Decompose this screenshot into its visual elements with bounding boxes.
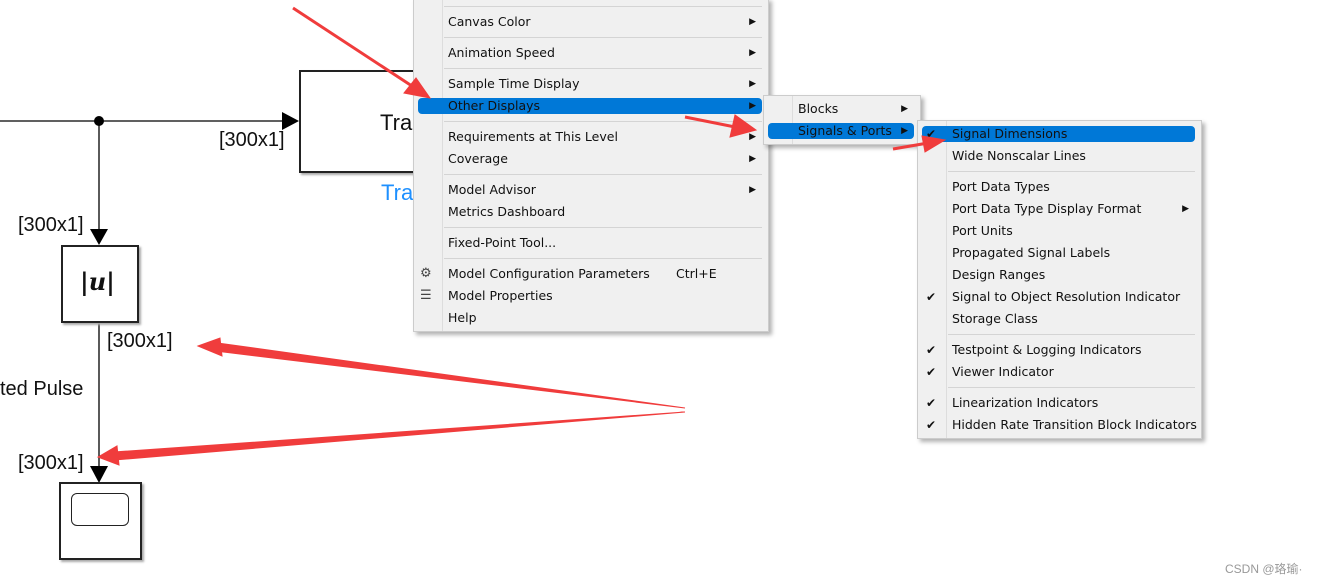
menu-item-hidden-rate-transition[interactable]: ✔ Hidden Rate Transition Block Indicators (922, 417, 1197, 433)
scope-block[interactable] (59, 482, 142, 560)
properties-list-icon: ☰ (420, 288, 432, 303)
menu-item-propagated-signal-labels[interactable]: Propagated Signal Labels (922, 245, 1195, 261)
check-icon: ✔ (926, 365, 937, 379)
menu-item-linearization-indicators[interactable]: ✔ Linearization Indicators (922, 395, 1195, 411)
menu-item-testpoint-logging[interactable]: ✔ Testpoint & Logging Indicators (922, 342, 1195, 358)
other-displays-submenu: Blocks ▶ Signals & Ports ▶ (763, 95, 921, 145)
abs-block[interactable]: |u| (61, 245, 139, 323)
dim-label: [300x1] (18, 452, 84, 474)
dim-label: [300x1] (107, 330, 173, 352)
menu-item-animation-speed[interactable]: Animation Speed ▶ (418, 45, 762, 61)
scope-screen-icon (71, 493, 129, 526)
check-icon: ✔ (926, 418, 937, 432)
menu-item-model-advisor[interactable]: Model Advisor ▶ (418, 182, 762, 198)
menu-item-port-data-types[interactable]: Port Data Types (922, 179, 1195, 195)
menu-item-storage-class[interactable]: Storage Class (922, 311, 1195, 327)
menu-item-fixed-point-tool[interactable]: Fixed-Point Tool... (418, 235, 762, 251)
submenu-arrow-icon: ▶ (749, 17, 756, 27)
gear-icon: ⚙ (420, 266, 432, 281)
menu-item-model-configuration[interactable]: ⚙ Model Configuration Parameters Ctrl+E (418, 266, 762, 282)
menu-item-wide-nonscalar-lines[interactable]: Wide Nonscalar Lines (922, 148, 1195, 164)
submenu-arrow-icon: ▶ (749, 154, 756, 164)
menu-item-model-properties[interactable]: ☰ Model Properties (418, 288, 762, 304)
menu-item-signal-dimensions[interactable]: ✔ Signal Dimensions (922, 126, 1195, 142)
menu-item-help[interactable]: Help (418, 310, 762, 326)
block-text: Tra (380, 110, 413, 135)
shortcut: Ctrl+E (676, 266, 717, 281)
dim-label: [300x1] (219, 129, 285, 151)
dim-label: [300x1] (18, 214, 84, 236)
context-menu: Canvas Color ▶ Animation Speed ▶ Sample Ti… (413, 0, 769, 332)
check-icon: ✔ (926, 290, 937, 304)
menu-item-port-data-type-format[interactable]: Port Data Type Display Format ▶ (922, 201, 1195, 217)
submenu-arrow-icon: ▶ (1182, 204, 1189, 214)
menu-item-coverage[interactable]: Coverage ▶ (418, 151, 762, 167)
pulse-label: ted Pulse (0, 378, 84, 400)
check-icon: ✔ (926, 343, 937, 357)
menu-item-port-units[interactable]: Port Units (922, 223, 1195, 239)
arrowhead (282, 112, 299, 130)
menu-item-requirements[interactable]: Requirements at This Level ▶ (418, 129, 762, 145)
check-icon: ✔ (926, 396, 937, 410)
block-name[interactable]: Tra (381, 180, 413, 206)
signals-ports-submenu: ✔ Signal Dimensions Wide Nonscalar Lines … (917, 120, 1202, 439)
menu-item-signal-object-resolution[interactable]: ✔ Signal to Object Resolution Indicator (922, 289, 1195, 305)
submenu-arrow-icon: ▶ (749, 132, 756, 142)
menu-item-canvas-color[interactable]: Canvas Color ▶ (418, 14, 762, 30)
submenu-arrow-icon: ▶ (749, 79, 756, 89)
watermark: CSDN @珞瑜· (1225, 562, 1303, 576)
menu-item-metrics-dashboard[interactable]: Metrics Dashboard (418, 204, 762, 220)
submenu-arrow-icon: ▶ (901, 126, 908, 136)
menu-item-other-displays[interactable]: Other Displays ▶ (418, 98, 762, 114)
submenu-arrow-icon: ▶ (749, 185, 756, 195)
menu-item-blocks[interactable]: Blocks ▶ (768, 101, 914, 117)
menu-item-signals-ports[interactable]: Signals & Ports ▶ (768, 123, 914, 139)
menu-item-design-ranges[interactable]: Design Ranges (922, 267, 1195, 283)
menu-item-viewer-indicator[interactable]: ✔ Viewer Indicator (922, 364, 1195, 380)
submenu-arrow-icon: ▶ (749, 48, 756, 58)
abs-text: |u| (80, 267, 115, 296)
check-icon: ✔ (926, 127, 937, 141)
submenu-arrow-icon: ▶ (749, 101, 756, 111)
menu-item-sample-time-display[interactable]: Sample Time Display ▶ (418, 76, 762, 92)
submenu-arrow-icon: ▶ (901, 104, 908, 114)
